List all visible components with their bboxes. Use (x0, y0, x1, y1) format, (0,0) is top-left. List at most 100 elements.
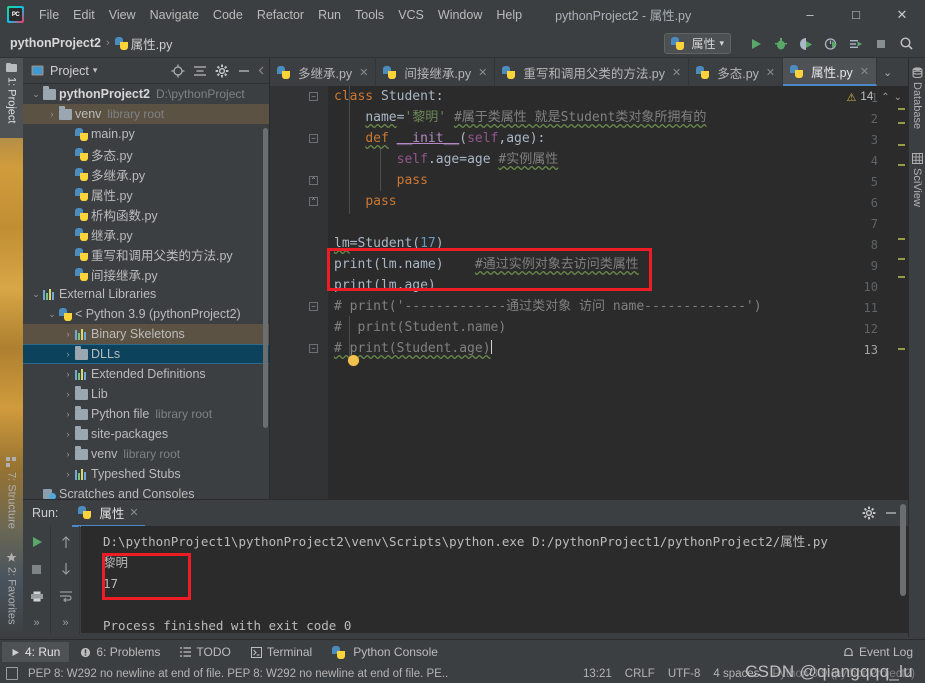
tree-item[interactable]: 继承.py (23, 224, 269, 244)
tab-problems[interactable]: 6: Problems (71, 642, 169, 662)
project-tree-scrollbar[interactable] (263, 128, 268, 428)
caret-position[interactable]: 13:21 (583, 668, 612, 680)
tree-item[interactable]: 间接继承.py (23, 264, 269, 284)
menu-navigate[interactable]: Navigate (143, 4, 206, 26)
menu-window[interactable]: Window (431, 4, 489, 26)
code-editor[interactable]: ⚠ 14 ⌃ ⌄ 12345678910111213 − − ⌃ ⌃ − − c… (270, 86, 908, 499)
maximize-button[interactable]: □ (833, 0, 879, 29)
fold-marker-class[interactable]: − (308, 91, 319, 102)
settings-gear-icon[interactable] (212, 61, 232, 81)
hide-panel-icon[interactable] (234, 61, 254, 81)
sidebar-item-structure[interactable]: 7: Structure (0, 453, 23, 545)
close-icon[interactable]: ✕ (478, 66, 487, 79)
expand-more-icon[interactable]: » (57, 614, 75, 632)
editor-error-stripe[interactable] (896, 86, 906, 499)
code-line[interactable]: pass (334, 170, 428, 191)
stop-icon[interactable] (28, 560, 46, 578)
fold-marker-comment2[interactable]: − (308, 343, 319, 354)
tree-item[interactable]: ›Lib (23, 384, 269, 404)
tab-todo[interactable]: TODO (171, 642, 239, 662)
menu-code[interactable]: Code (206, 4, 250, 26)
console-scrollbar[interactable] (900, 504, 906, 596)
up-arrow-icon[interactable] (57, 533, 75, 551)
rerun-icon[interactable] (28, 533, 46, 551)
tree-item[interactable]: ›Extended Definitions (23, 364, 269, 384)
tree-item[interactable]: ›DLLs (23, 344, 269, 364)
run-with-console-icon[interactable] (845, 33, 867, 55)
tree-item[interactable]: 多态.py (23, 144, 269, 164)
sidebar-item-sciview[interactable]: SciView (909, 148, 925, 212)
code-line[interactable]: def __init__(self,age): (334, 128, 545, 149)
breadcrumb-file[interactable]: 属性.py (131, 34, 173, 53)
fold-marker-init[interactable]: − (308, 133, 319, 144)
editor-tab[interactable]: 多继承.py✕ (270, 58, 376, 86)
code-line[interactable]: print(lm.name) #通过实例对象去访问类属性 (334, 254, 639, 275)
code-line[interactable]: pass (334, 191, 397, 212)
menu-edit[interactable]: Edit (66, 4, 102, 26)
line-separator[interactable]: CRLF (625, 668, 655, 680)
sidebar-item-favorites[interactable]: 2: Favorites (0, 548, 23, 637)
tree-item[interactable]: Scratches and Consoles (23, 484, 269, 499)
tree-item[interactable]: ›venvlibrary root (23, 444, 269, 464)
event-log-button[interactable]: Event Log (843, 645, 913, 659)
chevron-down-icon[interactable]: ▾ (93, 65, 98, 76)
chevron-right-icon[interactable]: › (61, 329, 75, 339)
editor-tab[interactable]: 重写和调用父类的方法.py✕ (495, 58, 689, 86)
prev-problem-icon[interactable]: ⌃ (881, 92, 889, 103)
code-line[interactable]: self.age=age #实例属性 (334, 149, 558, 170)
close-icon[interactable]: ✕ (860, 65, 869, 78)
chevron-down-icon[interactable]: ⌄ (29, 289, 43, 300)
tab-terminal[interactable]: Terminal (242, 642, 321, 662)
chevron-right-icon[interactable]: › (45, 109, 59, 119)
debug-icon[interactable] (770, 33, 792, 55)
editor-tab[interactable]: 属性.py✕ (783, 58, 877, 86)
chevron-right-icon[interactable]: › (61, 369, 75, 379)
search-everywhere-icon[interactable] (895, 33, 917, 55)
stop-icon[interactable] (870, 33, 892, 55)
code-text[interactable]: class Student: name='黎明' #属于类属性 就是Studen… (328, 86, 908, 499)
python-interpreter[interactable]: Python 3.9 (pythonProject2) (772, 668, 915, 680)
project-tree[interactable]: ⌄pythonProject2D:\pythonProject›venvlibr… (23, 84, 269, 499)
soft-wrap-icon[interactable] (57, 587, 75, 605)
close-button[interactable]: ✕ (879, 0, 925, 29)
menu-run[interactable]: Run (311, 4, 348, 26)
code-line[interactable]: # print(Student.name) (334, 317, 506, 338)
close-icon[interactable]: ✕ (672, 66, 681, 79)
sidebar-item-database[interactable]: Database (909, 62, 925, 134)
sidebar-item-project[interactable]: 1: Project (0, 58, 23, 138)
menu-refactor[interactable]: Refactor (250, 4, 311, 26)
tab-python-console[interactable]: Python Console (323, 642, 447, 662)
chevron-right-icon[interactable]: › (61, 449, 75, 459)
code-line[interactable]: name='黎明' #属于类属性 就是Student类对象所拥有的 (334, 107, 706, 128)
intention-bulb-icon[interactable] (348, 355, 359, 366)
code-line[interactable]: # print(Student.age) (334, 338, 492, 359)
chevron-right-icon[interactable]: › (61, 349, 75, 359)
tree-item[interactable]: 多继承.py (23, 164, 269, 184)
close-icon[interactable]: ✕ (359, 66, 368, 79)
tree-item[interactable]: 析构函数.py (23, 204, 269, 224)
editor-inspection-status[interactable]: ⚠ 14 ⌃ ⌄ (847, 86, 908, 108)
menu-view[interactable]: View (102, 4, 143, 26)
tab-overflow-chevron-icon[interactable]: ⌄ (877, 58, 898, 86)
minimize-icon[interactable] (882, 504, 900, 522)
code-line[interactable]: class Student: (334, 86, 444, 107)
run-coverage-icon[interactable] (795, 33, 817, 55)
code-line[interactable]: lm=Student(17) (334, 233, 444, 254)
tree-item[interactable]: 属性.py (23, 184, 269, 204)
collapse-all-icon[interactable] (190, 61, 210, 81)
chevron-right-icon[interactable]: › (61, 429, 75, 439)
close-icon[interactable]: ✕ (766, 66, 775, 79)
tree-item[interactable]: ⌄< Python 3.9 (pythonProject2) (23, 304, 269, 324)
tree-item[interactable]: 重写和调用父类的方法.py (23, 244, 269, 264)
gear-icon[interactable] (860, 504, 878, 522)
tree-item[interactable]: ›Python filelibrary root (23, 404, 269, 424)
expand-more-icon[interactable]: » (28, 614, 46, 632)
file-encoding[interactable]: UTF-8 (668, 668, 701, 680)
tree-item[interactable]: main.py (23, 124, 269, 144)
close-icon[interactable]: ✕ (129, 506, 138, 519)
run-configuration-selector[interactable]: 属性 ▾ (664, 33, 731, 54)
run-icon[interactable] (745, 33, 767, 55)
breadcrumb-project[interactable]: pythonProject2 (10, 36, 101, 50)
chevron-right-icon[interactable]: › (61, 389, 75, 399)
tree-item[interactable]: ›Typeshed Stubs (23, 464, 269, 484)
